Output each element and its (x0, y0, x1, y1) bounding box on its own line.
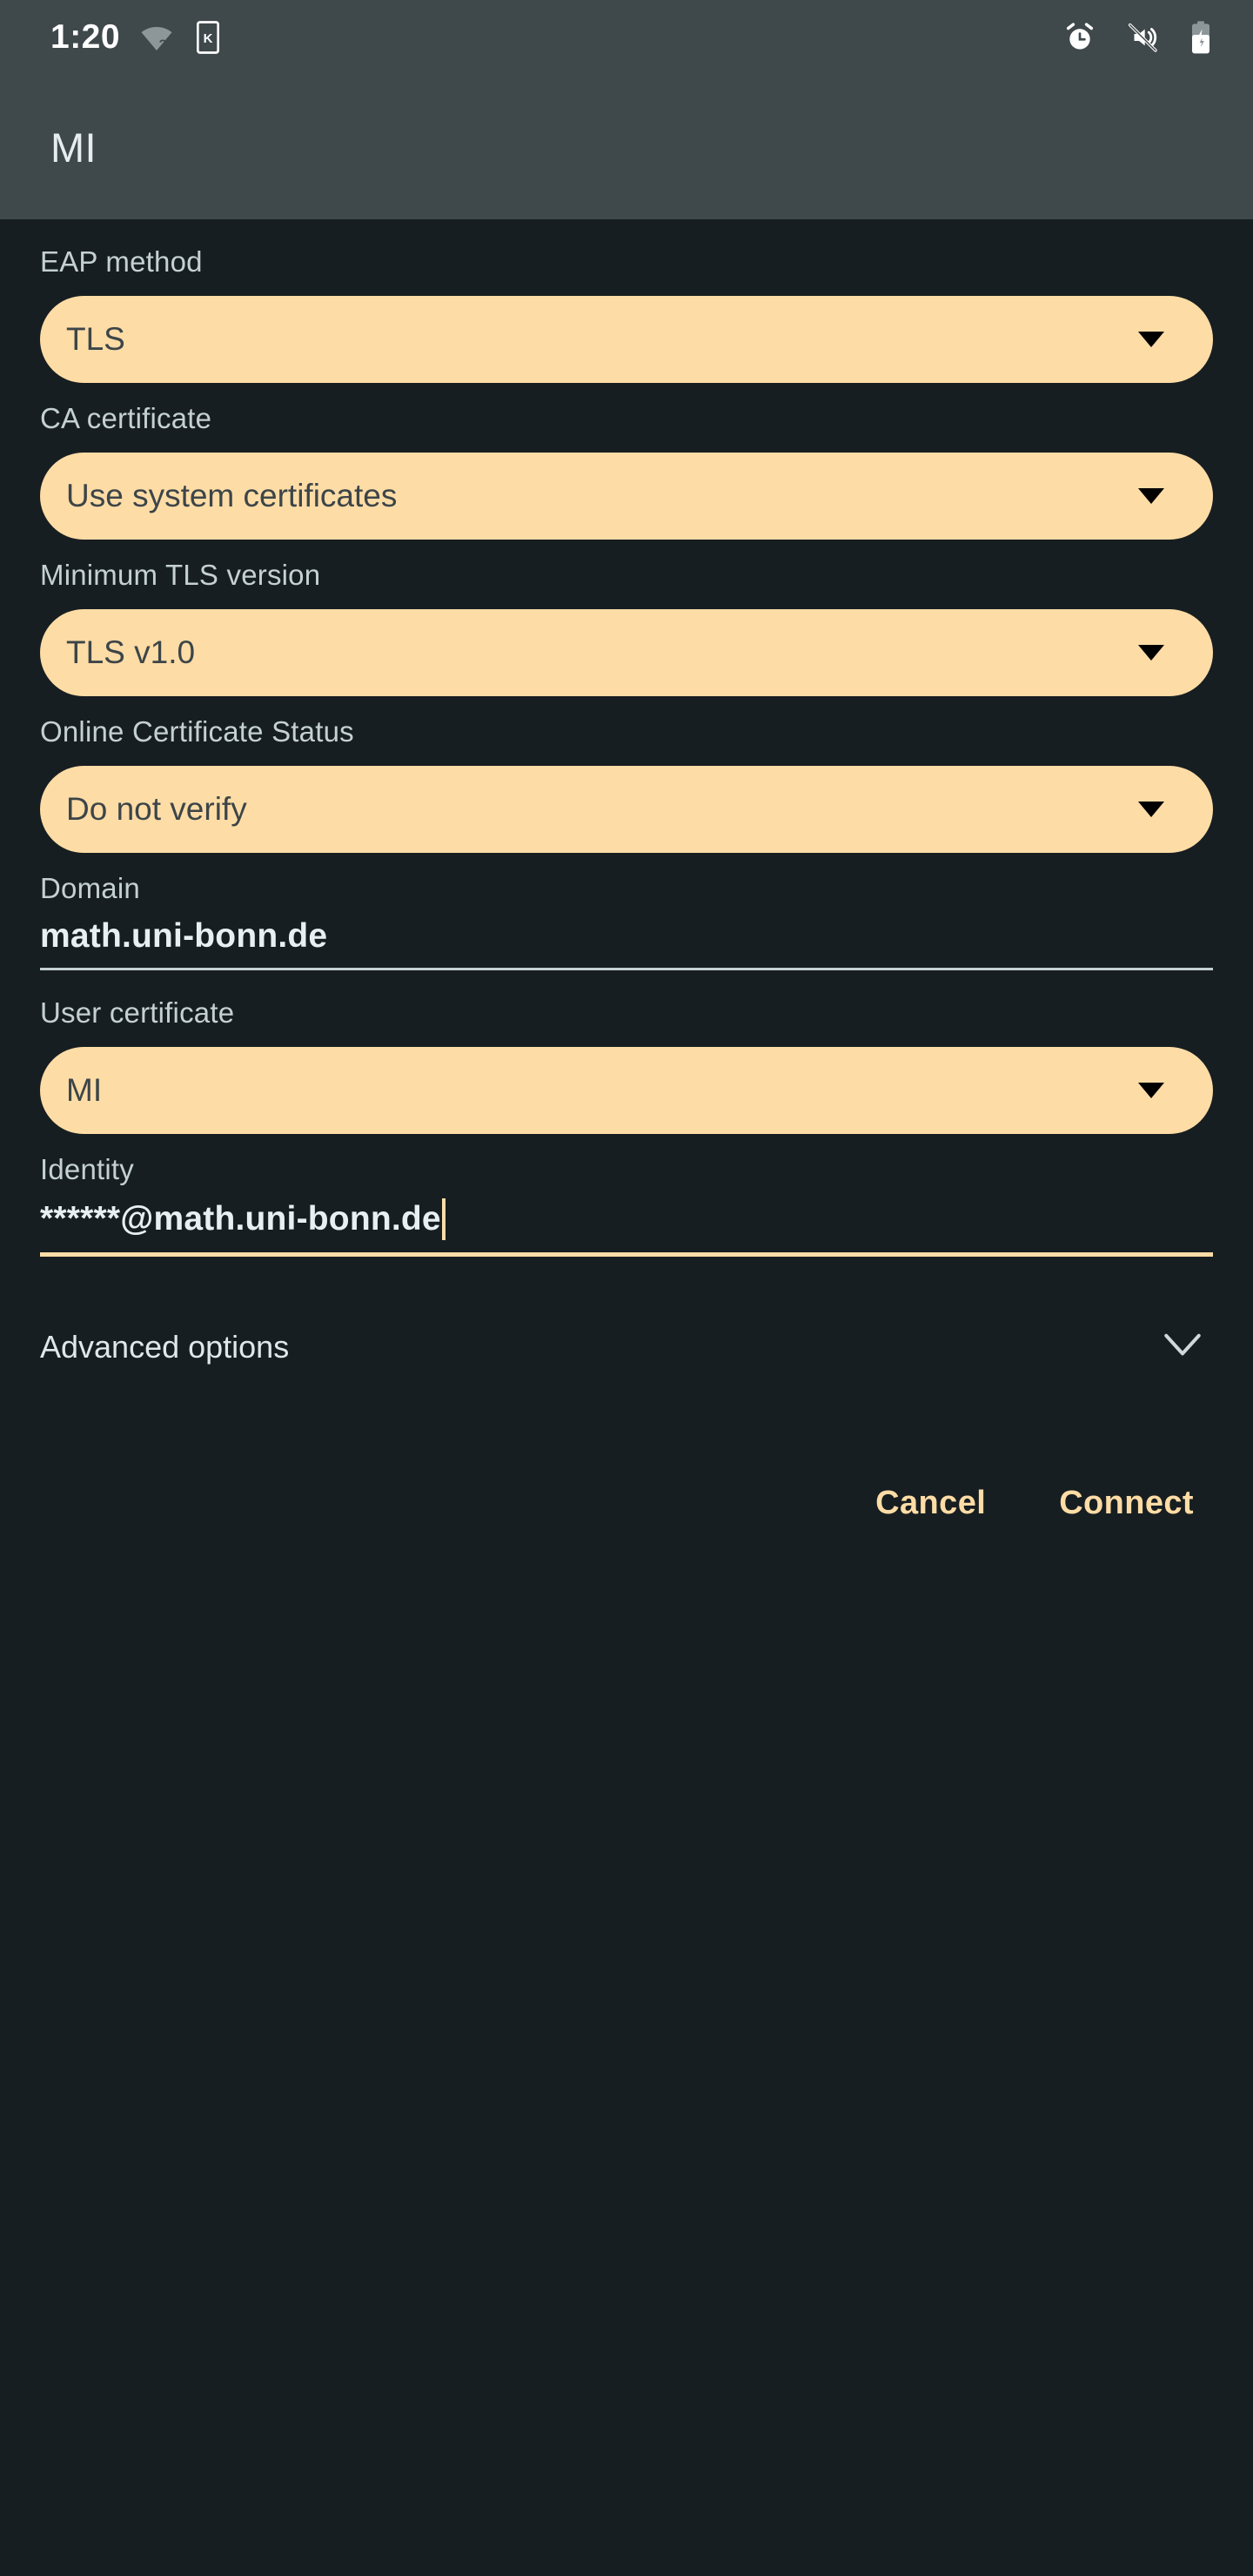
field-label-minimum-tls-version: Minimum TLS version (40, 559, 321, 591)
spinner-value-eap-method: TLS (66, 321, 125, 357)
field-label-ca-certificate: CA certificate (40, 402, 212, 434)
wifi-no-internet-icon: ? (139, 20, 174, 55)
field-label-eap-method: EAP method (40, 245, 203, 278)
status-bar-left: 1:20 ? K (50, 18, 223, 57)
field-user-certificate: User certificate MI (40, 996, 1213, 1134)
field-label-user-certificate: User certificate (40, 996, 235, 1029)
identity-input[interactable]: ******@math.uni-bonn.de (40, 1198, 1213, 1257)
identity-input-underline (40, 1252, 1213, 1257)
advanced-options-label: Advanced options (40, 1329, 290, 1365)
domain-input[interactable]: math.uni-bonn.de (40, 917, 1213, 970)
field-label-domain: Domain (40, 872, 140, 904)
cancel-button[interactable]: Cancel (870, 1472, 991, 1534)
spinner-value-user-certificate: MI (66, 1072, 103, 1108)
chevron-down-icon (1138, 488, 1164, 504)
text-cursor (441, 1198, 446, 1240)
chevron-down-icon (1138, 1083, 1164, 1098)
status-bar-right (1063, 20, 1213, 55)
spinner-eap-method[interactable]: TLS (40, 296, 1213, 383)
spinner-online-certificate-status[interactable]: Do not verify (40, 766, 1213, 853)
spinner-value-minimum-tls-version: TLS v1.0 (66, 634, 196, 670)
status-bar: 1:20 ? K (0, 0, 1253, 75)
app-bar: MI (0, 75, 1253, 219)
chevron-down-icon (1138, 645, 1164, 661)
spinner-ca-certificate[interactable]: Use system certificates (40, 453, 1213, 540)
spinner-value-online-certificate-status: Do not verify (66, 791, 247, 827)
svg-text:K: K (204, 31, 213, 46)
chevron-down-icon (1138, 802, 1164, 817)
chevron-down-icon (1163, 1332, 1203, 1363)
field-identity: Identity ******@math.uni-bonn.de (40, 1153, 1213, 1257)
svg-text:?: ? (159, 37, 167, 51)
spinner-user-certificate[interactable]: MI (40, 1047, 1213, 1134)
spinner-value-ca-certificate: Use system certificates (66, 478, 398, 513)
spinner-minimum-tls-version[interactable]: TLS v1.0 (40, 609, 1213, 696)
alarm-icon (1063, 21, 1096, 54)
domain-input-value: math.uni-bonn.de (40, 917, 328, 955)
dialog-actions: Cancel Connect (40, 1472, 1213, 1534)
sim-card-k-icon: K (193, 20, 223, 55)
field-label-identity: Identity (40, 1153, 134, 1185)
battery-charging-icon (1189, 20, 1213, 55)
wifi-config-form: EAP method TLS CA certificate Use system… (0, 219, 1253, 2576)
chevron-down-icon (1138, 332, 1164, 347)
field-label-online-certificate-status: Online Certificate Status (40, 715, 354, 748)
field-online-certificate-status: Online Certificate Status Do not verify (40, 715, 1213, 853)
page-title: MI (50, 124, 97, 171)
advanced-options-row[interactable]: Advanced options (40, 1302, 1213, 1392)
field-eap-method: EAP method TLS (40, 245, 1213, 383)
identity-input-value: ******@math.uni-bonn.de (40, 1200, 441, 1238)
identity-input-row: ******@math.uni-bonn.de (40, 1198, 1213, 1252)
connect-button[interactable]: Connect (1054, 1472, 1199, 1534)
vibrate-off-icon (1126, 21, 1159, 54)
field-domain: Domain math.uni-bonn.de (40, 872, 1213, 970)
field-ca-certificate: CA certificate Use system certificates (40, 402, 1213, 540)
field-minimum-tls-version: Minimum TLS version TLS v1.0 (40, 559, 1213, 696)
status-bar-clock: 1:20 (50, 18, 121, 56)
